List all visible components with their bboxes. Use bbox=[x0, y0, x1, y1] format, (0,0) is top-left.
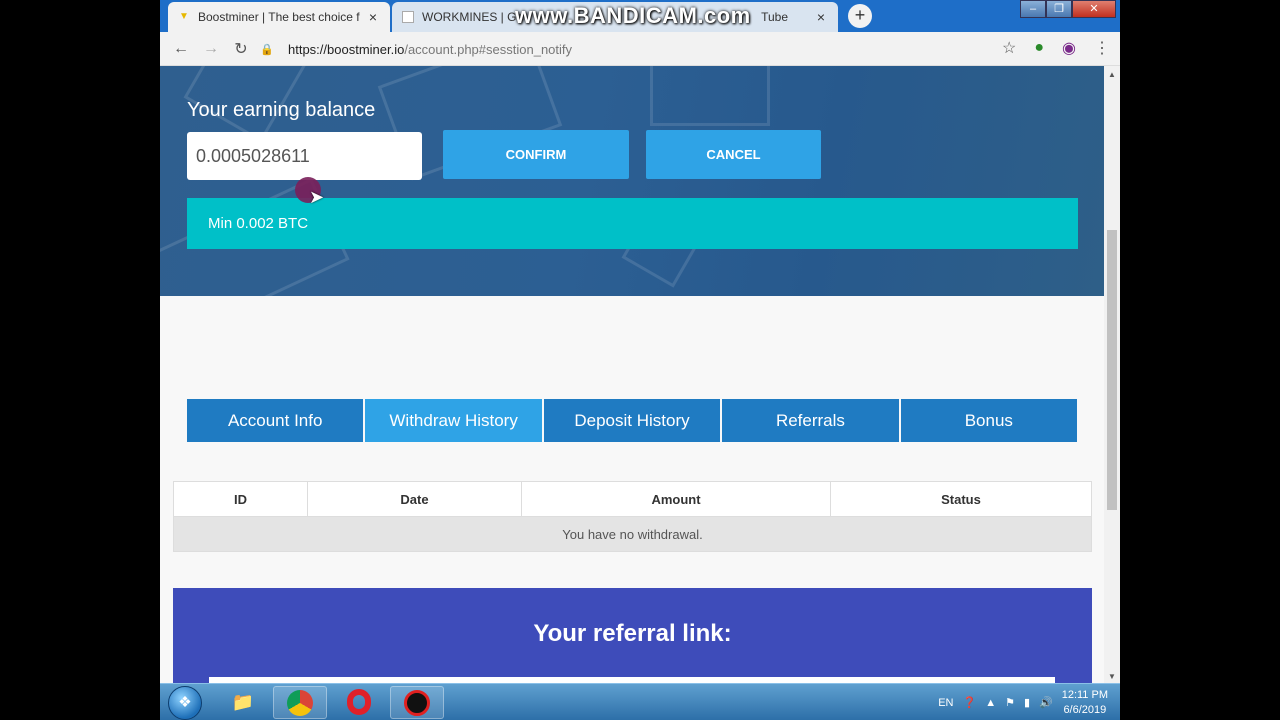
empty-withdrawal-message: You have no withdrawal. bbox=[173, 516, 1092, 552]
language-indicator[interactable]: EN bbox=[938, 697, 953, 709]
url-path: /account.php#sesstion_notify bbox=[404, 41, 573, 57]
withdraw-hero: Your earning balance CONFIRM CANCEL Min … bbox=[160, 66, 1104, 296]
envelope-deco bbox=[650, 66, 770, 126]
network-signal-icon[interactable]: ▮ bbox=[1024, 696, 1030, 709]
system-tray: EN ❓ ▲ ⚑ ▮ 🔊 12:11 PM 6/6/2019 bbox=[938, 684, 1108, 720]
tab-title-youtube: Tube bbox=[761, 10, 788, 24]
tab-referrals[interactable]: Referrals bbox=[722, 399, 899, 442]
page-scrollbar[interactable]: ▲ ▼ bbox=[1104, 66, 1120, 683]
balance-input[interactable] bbox=[187, 132, 422, 180]
scroll-down-icon[interactable]: ▼ bbox=[1104, 672, 1120, 681]
referral-section: Your referral link: bbox=[173, 588, 1092, 683]
address-bar[interactable]: 🔒 https://boostminer.io /account.php#ses… bbox=[260, 36, 1000, 62]
new-tab-button[interactable]: + bbox=[848, 4, 872, 28]
minimize-icon[interactable]: – bbox=[1020, 0, 1046, 18]
help-icon[interactable]: ❓ bbox=[962, 696, 976, 709]
tray-expand-icon[interactable]: ▲ bbox=[985, 697, 996, 709]
tab-title: Boostminer | The best choice for bbox=[198, 10, 360, 24]
volume-icon[interactable]: 🔊 bbox=[1039, 696, 1053, 709]
close-window-icon[interactable]: ✕ bbox=[1072, 0, 1116, 18]
url-host: https://boostminer.io bbox=[288, 41, 405, 57]
boostminer-favicon-icon: ▼ bbox=[179, 11, 189, 22]
back-arrow-icon[interactable]: ← bbox=[166, 40, 196, 58]
workmines-favicon-icon bbox=[402, 11, 414, 23]
table-header-row: ID Date Amount Status bbox=[173, 481, 1092, 517]
reload-icon[interactable]: ↻ bbox=[226, 39, 256, 59]
tab-withdraw-history[interactable]: Withdraw History bbox=[365, 399, 542, 442]
scroll-up-icon[interactable]: ▲ bbox=[1104, 70, 1120, 79]
windows-taskbar: ❖ 📁 EN ❓ ▲ ⚑ ▮ 🔊 12:11 PM 6/6/2019 bbox=[160, 683, 1120, 720]
window-controls: – ❐ ✕ bbox=[1020, 0, 1116, 18]
referral-title: Your referral link: bbox=[533, 620, 732, 647]
extension-profile-icon[interactable]: ◉ bbox=[1062, 38, 1076, 58]
tab-account-info[interactable]: Account Info bbox=[187, 399, 364, 442]
browser-window: ▼ Boostminer | The best choice for × WOR… bbox=[160, 0, 1120, 683]
browser-toolbar: ← → ↻ 🔒 https://boostminer.io /account.p… bbox=[160, 32, 1120, 66]
column-date: Date bbox=[307, 481, 522, 517]
clock-date: 6/6/2019 bbox=[1063, 703, 1107, 716]
page-viewport: Your earning balance CONFIRM CANCEL Min … bbox=[160, 66, 1104, 683]
tab-close-icon[interactable]: × bbox=[814, 9, 828, 25]
extension-globe-icon[interactable]: ● bbox=[1034, 39, 1044, 57]
screen: ▼ Boostminer | The best choice for × WOR… bbox=[0, 0, 1280, 720]
bandicam-watermark: www.BANDICAM.com bbox=[515, 3, 751, 28]
account-tabs: Account Info Withdraw History Deposit Hi… bbox=[187, 399, 1078, 442]
column-amount: Amount bbox=[521, 481, 831, 517]
bandicam-app-icon[interactable] bbox=[390, 686, 444, 719]
action-center-flag-icon[interactable]: ⚑ bbox=[1005, 696, 1015, 709]
mouse-pointer-icon: ➤ bbox=[309, 187, 325, 207]
bookmark-star-icon[interactable]: ☆ bbox=[1002, 38, 1016, 58]
tab-bonus[interactable]: Bonus bbox=[900, 399, 1078, 442]
tab-deposit-history[interactable]: Deposit History bbox=[543, 399, 721, 442]
tab-strip: ▼ Boostminer | The best choice for × WOR… bbox=[160, 0, 1120, 32]
taskbar-clock[interactable]: 12:11 PM 6/6/2019 bbox=[1062, 688, 1108, 718]
table-row: You have no withdrawal. bbox=[173, 516, 1092, 552]
column-id: ID bbox=[173, 481, 308, 517]
forward-arrow-icon[interactable]: → bbox=[196, 40, 226, 58]
confirm-button[interactable]: CONFIRM bbox=[443, 130, 629, 179]
column-status: Status bbox=[830, 481, 1092, 517]
file-explorer-icon[interactable]: 📁 bbox=[216, 686, 270, 719]
tab-close-icon[interactable]: × bbox=[366, 9, 380, 25]
browser-tab-boostminer[interactable]: ▼ Boostminer | The best choice for × bbox=[168, 2, 390, 32]
opera-icon[interactable] bbox=[332, 686, 386, 719]
lock-icon: 🔒 bbox=[260, 43, 274, 56]
withdraw-history-table: ID Date Amount Status You have no withdr… bbox=[173, 481, 1092, 552]
toolbar-actions: ☆ ● ◉ ⋮ bbox=[1002, 38, 1110, 58]
restore-icon[interactable]: ❐ bbox=[1046, 0, 1072, 18]
chrome-icon[interactable] bbox=[273, 686, 327, 719]
cancel-button[interactable]: CANCEL bbox=[646, 130, 821, 179]
menu-kebab-icon[interactable]: ⋮ bbox=[1094, 38, 1110, 58]
start-button[interactable]: ❖ bbox=[168, 686, 202, 720]
scrollbar-thumb[interactable] bbox=[1107, 230, 1117, 510]
clock-time: 12:11 PM bbox=[1061, 688, 1108, 701]
earning-balance-label: Your earning balance bbox=[187, 99, 376, 121]
